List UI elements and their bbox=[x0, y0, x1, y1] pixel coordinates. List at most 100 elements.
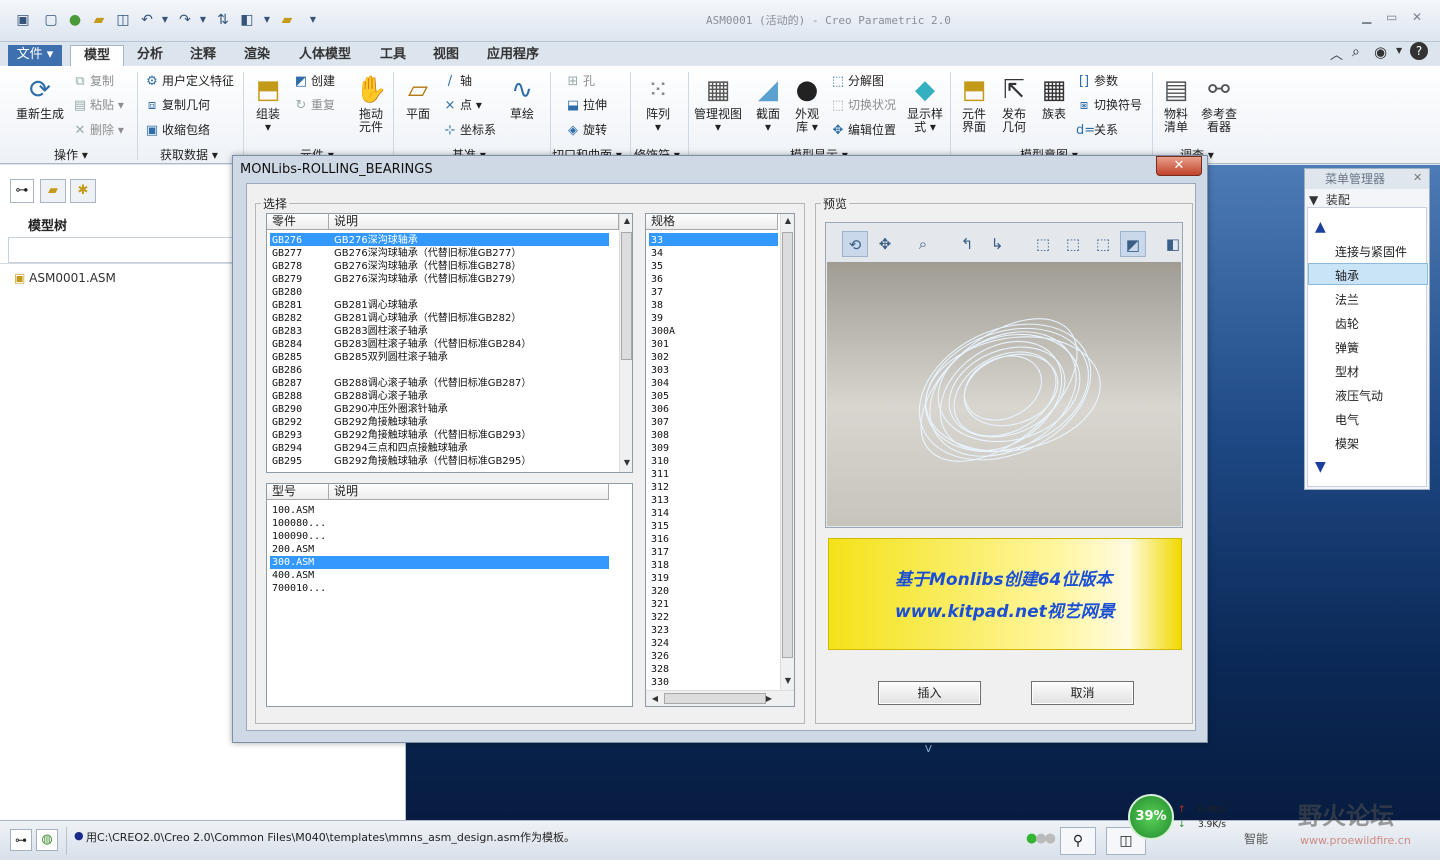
menu-item-electrical[interactable]: 电气 bbox=[1335, 411, 1359, 428]
menu-item-bearings[interactable]: 轴承 bbox=[1335, 267, 1359, 284]
collapse-ribbon-icon[interactable]: ︿ bbox=[1330, 44, 1343, 63]
parts-scroll-thumb[interactable] bbox=[621, 232, 632, 360]
spec-scroll-down-icon[interactable]: ▼ bbox=[781, 676, 794, 685]
customize-qa-icon[interactable]: ▼ bbox=[304, 11, 322, 29]
tab-tools[interactable]: 工具 bbox=[366, 45, 420, 66]
parts-scrollbar[interactable]: ▲ ▼ bbox=[619, 214, 632, 472]
scroll-up-icon[interactable]: ▲ bbox=[620, 216, 632, 225]
menu-scroll-up-icon[interactable]: ▲ bbox=[1315, 219, 1326, 235]
exploded-view-button[interactable]: ⬚ 分解图 bbox=[830, 72, 884, 89]
edit-position-button[interactable]: ✥ 编辑位置 bbox=[830, 121, 896, 138]
model-tree-tab-icon[interactable]: ⊶ bbox=[10, 179, 34, 203]
favorites-tab-icon[interactable]: ✱ bbox=[70, 179, 96, 203]
preview-pan-icon[interactable]: ✥ bbox=[872, 231, 898, 257]
tab-model[interactable]: 模型 bbox=[70, 45, 124, 67]
undo-icon[interactable]: ↶ bbox=[138, 11, 156, 29]
redo-icon[interactable]: ↷ bbox=[176, 11, 194, 29]
preview-shaded-icon[interactable]: ◩ bbox=[1120, 231, 1146, 257]
parts-col-desc[interactable]: 说明 bbox=[329, 214, 619, 230]
copy-button[interactable]: ⧉ 复制 bbox=[72, 72, 114, 89]
menu-item-profiles[interactable]: 型材 bbox=[1335, 363, 1359, 380]
component-interface-button[interactable]: ⬒ 元件 界面 bbox=[956, 74, 992, 134]
menu-manager-close-icon[interactable]: ✕ bbox=[1413, 171, 1422, 184]
shrinkwrap-button[interactable]: ▣ 收缩包络 bbox=[144, 121, 210, 138]
appearance-gallery-button[interactable]: ● 外观库 ▾ bbox=[790, 74, 824, 134]
search-icon[interactable]: ⌕ bbox=[1352, 44, 1360, 60]
preview-zoom-icon[interactable]: ⌕ bbox=[910, 231, 936, 257]
display-style-button[interactable]: ◆ 显示样式 ▾ bbox=[904, 74, 946, 134]
extrude-button[interactable]: ⬓ 拉伸 bbox=[565, 96, 607, 113]
spec-vscrollbar[interactable]: ▲ ▼ bbox=[780, 214, 794, 690]
scroll-down-icon[interactable]: ▼ bbox=[620, 458, 632, 467]
maximize-icon[interactable]: ▭ bbox=[1386, 10, 1397, 24]
menu-section-assembly[interactable]: ▼ 装配 bbox=[1309, 191, 1350, 208]
redo-dropdown-icon[interactable]: ▼ bbox=[194, 11, 212, 29]
menu-item-connectors[interactable]: 连接与紧固件 bbox=[1335, 243, 1407, 260]
spec-scroll-left-icon[interactable]: ◀ bbox=[648, 694, 662, 703]
spec-hscroll-thumb[interactable] bbox=[664, 693, 766, 704]
close-window-icon[interactable]: ▰ bbox=[278, 11, 296, 29]
pattern-button[interactable]: ⁙ 阵列 ▾ bbox=[638, 74, 678, 134]
open-icon[interactable]: ● bbox=[66, 11, 84, 29]
point-button[interactable]: × 点 ▾ bbox=[442, 96, 482, 113]
spec-scroll-up-icon[interactable]: ▲ bbox=[781, 216, 794, 225]
tab-analysis[interactable]: 分析 bbox=[124, 45, 176, 66]
models-col-desc[interactable]: 说明 bbox=[329, 484, 609, 500]
menu-scroll-down-icon[interactable]: ▼ bbox=[1315, 459, 1326, 475]
relations-button[interactable]: d=关系 bbox=[1076, 121, 1118, 138]
repeat-button[interactable]: ↻ 重复 bbox=[293, 96, 335, 113]
assemble-button[interactable]: ⬒ 组装 ▾ bbox=[248, 74, 288, 134]
udf-button[interactable]: ⚙ 用户定义特征 bbox=[144, 72, 234, 89]
help-icon[interactable]: ? bbox=[1410, 42, 1428, 60]
minimize-icon[interactable]: ▁ bbox=[1362, 10, 1371, 24]
preview-rotate-right-icon[interactable]: ↳ bbox=[984, 231, 1010, 257]
menu-item-mold-base[interactable]: 模架 bbox=[1335, 435, 1359, 452]
folder-icon[interactable]: ▰ bbox=[90, 11, 108, 29]
create-button[interactable]: ◩ 创建 bbox=[293, 72, 335, 89]
save-icon[interactable]: ◫ bbox=[114, 11, 132, 29]
family-table-button[interactable]: ▦ 族表 bbox=[1036, 74, 1072, 121]
tab-file[interactable]: 文件 ▾ bbox=[8, 45, 62, 66]
sketch-button[interactable]: ∿ 草绘 bbox=[504, 74, 540, 121]
new-file-icon[interactable]: ▢ bbox=[42, 11, 60, 29]
reference-viewer-button[interactable]: ⚯ 参考查 看器 bbox=[1198, 74, 1240, 134]
switch-symbols-button[interactable]: ⧆ 切换符号 bbox=[1076, 96, 1142, 113]
hole-button[interactable]: ⊞ 孔 bbox=[565, 72, 595, 89]
parts-col-part[interactable]: 零件 bbox=[267, 214, 329, 230]
regenerate-button[interactable]: ⟳ 重新生成 bbox=[12, 74, 68, 121]
copy-geometry-button[interactable]: ⧈ 复制几何 bbox=[144, 96, 210, 113]
undo-dropdown-icon[interactable]: ▼ bbox=[156, 11, 174, 29]
menu-item-hydraulics[interactable]: 液压气动 bbox=[1335, 387, 1383, 404]
drag-components-button[interactable]: ✋ 拖动 元件 bbox=[352, 74, 390, 134]
spec-scroll-right-icon[interactable]: ▶ bbox=[762, 694, 776, 703]
menu-item-springs[interactable]: 弹簧 bbox=[1335, 339, 1359, 356]
preview-hidden-line-icon[interactable]: ⬚ bbox=[1060, 231, 1086, 257]
dialog-close-button[interactable]: ✕ bbox=[1156, 156, 1202, 176]
regen-icon[interactable]: ⇅ bbox=[214, 11, 232, 29]
find-icon[interactable]: ⚲ bbox=[1060, 827, 1096, 855]
csys-button[interactable]: ⊹ 坐标系 bbox=[442, 121, 496, 138]
manage-views-button[interactable]: ▦ 管理视图 ▾ bbox=[692, 74, 744, 134]
spec-scroll-thumb[interactable] bbox=[782, 232, 793, 658]
tab-render[interactable]: 渲染 bbox=[230, 45, 284, 66]
network-percent-badge[interactable]: 39% bbox=[1128, 794, 1174, 840]
menu-item-flanges[interactable]: 法兰 bbox=[1335, 291, 1359, 308]
models-list[interactable]: 型号 说明 100.ASM 100080... 100090... 200.ASM 30… bbox=[266, 483, 633, 707]
plane-button[interactable]: ▱ 平面 bbox=[400, 74, 436, 121]
axis-button[interactable]: / 轴 bbox=[442, 72, 472, 89]
folder-browser-tab-icon[interactable]: ▰ bbox=[40, 179, 66, 203]
cancel-button[interactable]: 取消 bbox=[1031, 681, 1134, 705]
paste-button[interactable]: ▤ 粘贴 ▾ bbox=[72, 96, 124, 113]
preview-rotate-left-icon[interactable]: ↰ bbox=[954, 231, 980, 257]
preview-spin-icon[interactable]: ⟲ bbox=[842, 231, 868, 257]
insert-button[interactable]: 插入 bbox=[878, 681, 981, 705]
spec-hscrollbar[interactable]: ◀ ▶ bbox=[646, 690, 794, 706]
preview-canvas[interactable] bbox=[827, 262, 1181, 526]
windows-dropdown-icon[interactable]: ▼ bbox=[258, 11, 276, 29]
parameters-button[interactable]: [] 参数 bbox=[1076, 72, 1118, 89]
tab-applications[interactable]: 应用程序 bbox=[472, 45, 554, 66]
toggle-browser-icon[interactable]: ◍ bbox=[36, 829, 58, 851]
parts-list[interactable]: 零件 说明 GB276 GB276深沟球轴承 GB277 GB276深沟球轴承（代替旧… bbox=[266, 213, 633, 473]
spec-list[interactable]: 规格 33 34 35 36 37 38 39 300A 301 302 303 304 305 306 3… bbox=[645, 213, 795, 707]
close-icon[interactable]: ✕ bbox=[1412, 10, 1422, 24]
